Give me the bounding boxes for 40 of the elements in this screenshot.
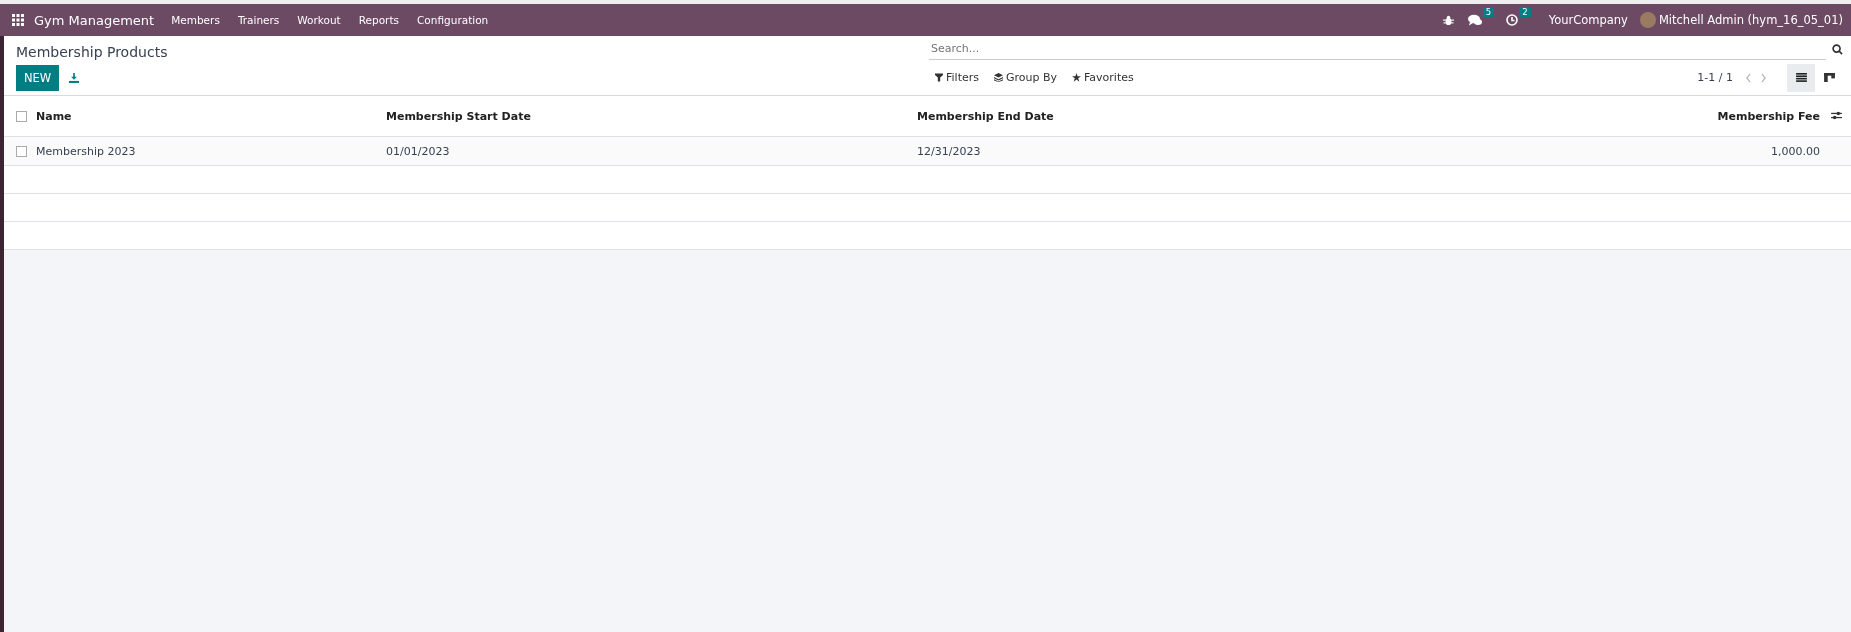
layers-icon [994,73,1003,82]
messages-count: 5 [1482,7,1495,17]
app-name[interactable]: Gym Management [34,12,155,28]
company-switcher[interactable]: YourCompany [1548,13,1628,27]
search-field[interactable]: Search... [929,38,1826,60]
column-header[interactable]: Membership Start Date [386,109,531,123]
list-view-button[interactable] [1787,63,1815,92]
column-header[interactable]: Membership Fee [1717,109,1820,123]
page-title: Membership Products [16,44,169,60]
new-button[interactable]: NEW [16,64,60,91]
filter-icon [935,73,943,82]
download-icon[interactable] [69,72,80,83]
filter-menu-button[interactable]: Favorites [1072,71,1134,84]
list-icon [1795,73,1807,82]
activities-count: 2 [1519,7,1531,17]
pager-value[interactable]: 1-1 / 1 [1697,71,1733,84]
user-menu[interactable]: Mitchell Admin (hym_16_05_01) [1658,13,1843,27]
column-header[interactable]: Membership End Date [917,109,1054,123]
column-settings-icon[interactable] [1830,110,1842,120]
star-icon [1072,73,1082,82]
bug-icon[interactable] [1442,14,1454,26]
table-cell: 12/31/2023 [917,144,981,158]
row-checkbox[interactable] [16,146,27,157]
filter-menu-button[interactable]: Group By [994,71,1058,84]
menu-item[interactable]: Configuration [417,14,489,26]
table-cell: Membership 2023 [36,144,136,158]
table-cell: 1,000.00 [1771,144,1820,158]
select-all-checkbox[interactable] [16,111,27,122]
table-cell: 01/01/2023 [386,144,450,158]
menu-item[interactable]: Workout [297,14,341,26]
search-icon[interactable] [1832,43,1843,55]
filter-menu-button[interactable]: Filters [935,71,979,84]
clock-icon[interactable] [1506,14,1519,26]
chat-icon[interactable] [1467,14,1482,26]
apps-grid-icon[interactable] [12,14,24,26]
kanban-icon [1823,73,1835,82]
menu-item[interactable]: Trainers [237,14,280,26]
menu-item[interactable]: Members [171,14,220,26]
column-header[interactable]: Name [36,109,72,123]
menu-item[interactable]: Reports [358,14,400,26]
